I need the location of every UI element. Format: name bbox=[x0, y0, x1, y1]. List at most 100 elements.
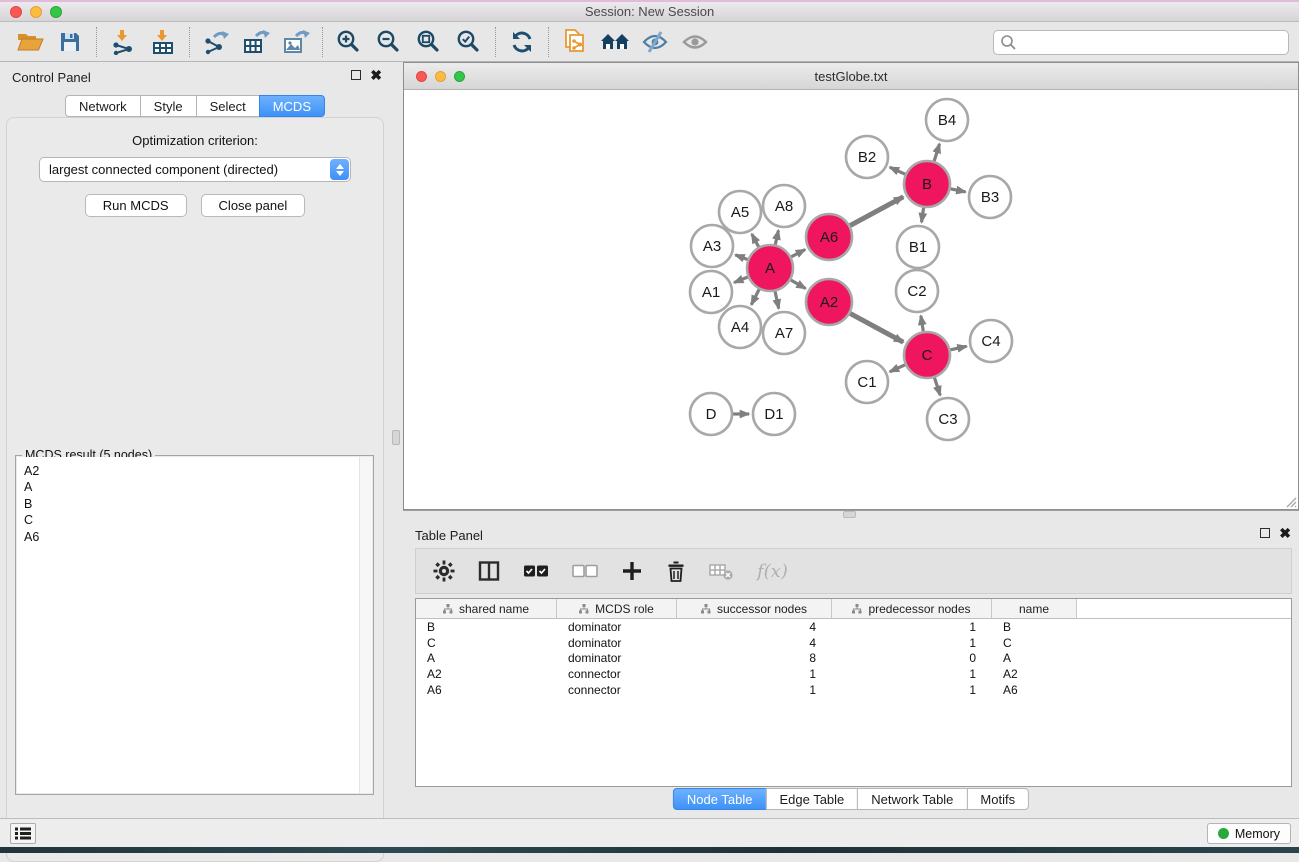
cell-name[interactable]: B bbox=[992, 619, 1077, 635]
tab-mcds[interactable]: MCDS bbox=[259, 95, 325, 117]
table-row[interactable]: A2connector11A2 bbox=[416, 666, 1291, 682]
deselect-all-icon[interactable] bbox=[572, 564, 598, 578]
node-A8[interactable]: A8 bbox=[763, 185, 805, 227]
column-header-predecessor-nodes[interactable]: predecessor nodes bbox=[832, 599, 992, 618]
node-A3[interactable]: A3 bbox=[691, 225, 733, 267]
edge-A-A6[interactable] bbox=[791, 250, 805, 257]
node-table[interactable]: shared nameMCDS rolesuccessor nodesprede… bbox=[415, 598, 1292, 787]
refresh-icon[interactable] bbox=[502, 25, 542, 59]
node-A7[interactable]: A7 bbox=[763, 312, 805, 354]
node-C2[interactable]: C2 bbox=[896, 270, 938, 312]
zoom-selected-icon[interactable] bbox=[449, 25, 489, 59]
home-icon[interactable] bbox=[595, 25, 635, 59]
node-C3[interactable]: C3 bbox=[927, 398, 969, 440]
tab-style[interactable]: Style bbox=[140, 95, 197, 117]
export-image-icon[interactable] bbox=[276, 25, 316, 59]
column-header-successor-nodes[interactable]: successor nodes bbox=[677, 599, 832, 618]
float-table-panel-icon[interactable] bbox=[1260, 528, 1270, 538]
cell-MCDS-role[interactable]: dominator bbox=[557, 635, 677, 651]
horizontal-split-grip[interactable] bbox=[843, 511, 856, 518]
edge-A-A8[interactable] bbox=[775, 230, 778, 244]
hide-eye-icon[interactable] bbox=[635, 25, 675, 59]
close-panel-button[interactable]: Close panel bbox=[201, 194, 306, 217]
table-row[interactable]: Bdominator41B bbox=[416, 619, 1291, 635]
tab-node-table[interactable]: Node Table bbox=[673, 788, 767, 810]
zoom-in-icon[interactable] bbox=[329, 25, 369, 59]
cell-successor-nodes[interactable]: 8 bbox=[677, 650, 832, 666]
run-mcds-button[interactable]: Run MCDS bbox=[85, 194, 187, 217]
memory-button[interactable]: Memory bbox=[1207, 823, 1291, 844]
result-scrollbar[interactable] bbox=[359, 457, 372, 793]
cell-successor-nodes[interactable]: 1 bbox=[677, 682, 832, 698]
column-header-name[interactable]: name bbox=[992, 599, 1077, 618]
node-B4[interactable]: B4 bbox=[926, 99, 968, 141]
edge-C-C1[interactable] bbox=[890, 365, 905, 372]
search-input[interactable] bbox=[993, 30, 1289, 55]
edge-A-A3[interactable] bbox=[735, 255, 747, 260]
cell-predecessor-nodes[interactable]: 1 bbox=[832, 666, 992, 682]
node-A5[interactable]: A5 bbox=[719, 191, 761, 233]
edge-A-A4[interactable] bbox=[751, 289, 759, 304]
table-row[interactable]: Adominator80A bbox=[416, 650, 1291, 666]
node-A[interactable]: A bbox=[747, 245, 793, 291]
mcds-result-list[interactable]: A2ABCA6 bbox=[17, 457, 372, 793]
edge-A6-B[interactable] bbox=[850, 197, 903, 226]
tab-select[interactable]: Select bbox=[196, 95, 260, 117]
cell-name[interactable]: A6 bbox=[992, 682, 1077, 698]
cell-name[interactable]: C bbox=[992, 635, 1077, 651]
edge-B-B1[interactable] bbox=[922, 208, 924, 222]
show-eye-icon[interactable] bbox=[675, 25, 715, 59]
cell-MCDS-role[interactable]: dominator bbox=[557, 650, 677, 666]
column-header-shared-name[interactable]: shared name bbox=[416, 599, 557, 618]
function-builder-icon[interactable]: f(x) bbox=[757, 561, 788, 582]
cell-shared-name[interactable]: C bbox=[416, 635, 557, 651]
node-C4[interactable]: C4 bbox=[970, 320, 1012, 362]
node-C[interactable]: C bbox=[904, 332, 950, 378]
cell-successor-nodes[interactable]: 1 bbox=[677, 666, 832, 682]
result-item[interactable]: A bbox=[24, 479, 372, 495]
columns-icon[interactable] bbox=[478, 560, 500, 582]
cell-predecessor-nodes[interactable]: 1 bbox=[832, 635, 992, 651]
edge-A2-C[interactable] bbox=[850, 313, 903, 342]
cell-predecessor-nodes[interactable]: 1 bbox=[832, 682, 992, 698]
node-B1[interactable]: B1 bbox=[897, 226, 939, 268]
edge-B-B3[interactable] bbox=[951, 189, 966, 192]
cell-MCDS-role[interactable]: dominator bbox=[557, 619, 677, 635]
export-table-icon[interactable] bbox=[236, 25, 276, 59]
result-item[interactable]: B bbox=[24, 496, 372, 512]
edge-A-A5[interactable] bbox=[752, 234, 759, 247]
edge-A-A7[interactable] bbox=[775, 291, 779, 308]
network-canvas[interactable]: AA1A2A3A4A5A6A7A8BB1B2B3B4CC1C2C3C4DD1 bbox=[404, 90, 1298, 509]
edge-A-A1[interactable] bbox=[734, 277, 748, 283]
edge-C-C3[interactable] bbox=[934, 378, 940, 395]
tab-motifs[interactable]: Motifs bbox=[966, 788, 1029, 810]
tab-network[interactable]: Network bbox=[65, 95, 141, 117]
node-A6[interactable]: A6 bbox=[806, 214, 852, 260]
horizontal-split-divider[interactable] bbox=[403, 510, 1299, 520]
column-header-MCDS-role[interactable]: MCDS role bbox=[557, 599, 677, 618]
node-C1[interactable]: C1 bbox=[846, 361, 888, 403]
network-window-titlebar[interactable]: testGlobe.txt bbox=[404, 63, 1298, 90]
node-D[interactable]: D bbox=[690, 393, 732, 435]
cell-MCDS-role[interactable]: connector bbox=[557, 666, 677, 682]
node-A2[interactable]: A2 bbox=[806, 279, 852, 325]
close-table-panel-icon[interactable]: ✖ bbox=[1279, 528, 1291, 538]
node-D1[interactable]: D1 bbox=[753, 393, 795, 435]
add-row-icon[interactable] bbox=[621, 560, 643, 582]
save-session-icon[interactable] bbox=[50, 25, 90, 59]
node-B2[interactable]: B2 bbox=[846, 136, 888, 178]
dropdown-stepper-icon[interactable] bbox=[330, 159, 349, 180]
criterion-dropdown[interactable]: largest connected component (directed) bbox=[39, 157, 351, 182]
result-item[interactable]: C bbox=[24, 512, 372, 528]
close-panel-icon[interactable]: ✖ bbox=[370, 70, 382, 80]
result-item[interactable]: A6 bbox=[24, 529, 372, 545]
resize-grip-icon[interactable] bbox=[1285, 496, 1297, 508]
delete-row-icon[interactable] bbox=[666, 560, 686, 583]
vertical-split-divider[interactable] bbox=[390, 62, 403, 818]
node-B3[interactable]: B3 bbox=[969, 176, 1011, 218]
cell-shared-name[interactable]: A bbox=[416, 650, 557, 666]
new-network-icon[interactable] bbox=[555, 25, 595, 59]
cell-predecessor-nodes[interactable]: 0 bbox=[832, 650, 992, 666]
result-item[interactable]: A2 bbox=[24, 463, 372, 479]
select-all-icon[interactable] bbox=[523, 564, 549, 578]
